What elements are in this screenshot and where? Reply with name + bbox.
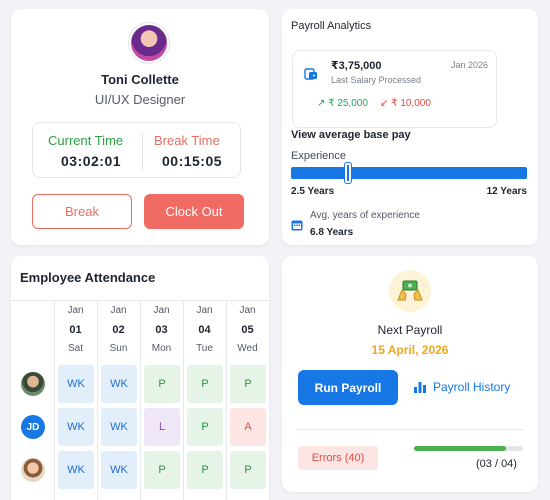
salary-summary: ₹3,75,000 Jan 2026 Last Salary Processed… — [292, 50, 497, 128]
day-weekday: Mon — [151, 343, 172, 354]
current-time-value: 03:02:01 — [61, 153, 122, 169]
attendance-cell[interactable]: WK — [101, 365, 137, 403]
attendance-cell[interactable]: WK — [58, 451, 94, 489]
day-month: Jan — [239, 305, 256, 316]
attendance-cell[interactable]: P — [144, 451, 180, 489]
attendance-cell[interactable]: WK — [58, 365, 94, 403]
current-time-label: Current Time — [48, 133, 124, 148]
employee-attendance-card: Employee Attendance Jan 01 Sat Jan 02 Su… — [11, 256, 269, 500]
salary-amount: ₹3,75,000 — [331, 60, 382, 72]
day-date: 05 — [241, 324, 254, 336]
attendance-cell[interactable]: P — [187, 408, 223, 446]
day-date: 03 — [155, 324, 168, 336]
average-pay-subtitle: View average base pay — [291, 129, 411, 141]
day-month: Jan — [196, 305, 213, 316]
profile-card: Toni Collette UI/UX Designer Current Tim… — [11, 9, 269, 245]
experience-max: 12 Years — [486, 186, 527, 197]
salary-decrease-value: ₹ 10,000 — [391, 98, 431, 109]
next-payroll-label: Next Payroll — [377, 323, 443, 337]
analytics-title: Payroll Analytics — [291, 20, 372, 32]
day-date: 01 — [69, 324, 82, 336]
attendance-cell[interactable]: WK — [101, 408, 137, 446]
run-payroll-button[interactable]: Run Payroll — [298, 370, 398, 405]
day-date: 02 — [112, 324, 125, 336]
day-header: Jan 03 Mon — [140, 304, 183, 356]
break-time-value: 00:15:05 — [162, 153, 223, 169]
avg-experience-value: 6.8 Years — [310, 227, 354, 238]
salary-date: Jan 2026 — [450, 60, 488, 70]
day-header: Jan 01 Sat — [54, 304, 97, 356]
progress-bar — [414, 446, 523, 451]
payroll-history-link[interactable]: Payroll History — [413, 380, 510, 394]
progress-fill — [414, 446, 506, 451]
divider — [298, 429, 523, 430]
attendance-cell[interactable]: L — [144, 408, 180, 446]
arrow-up-right-icon: ↗ — [317, 98, 326, 109]
arrow-down-left-icon: ↙ — [380, 98, 389, 109]
wallet-icon — [304, 68, 317, 80]
payroll-analytics-card: Payroll Analytics ₹3,75,000 Jan 2026 Las… — [282, 9, 538, 245]
experience-slider-thumb[interactable] — [344, 163, 351, 183]
salary-increase-value: ₹ 25,000 — [328, 98, 368, 109]
attendance-cell[interactable]: P — [230, 365, 266, 403]
salary-label: Last Salary Processed — [331, 75, 422, 85]
day-header: Jan 05 Wed — [226, 304, 269, 356]
break-button[interactable]: Break — [32, 194, 132, 229]
day-month: Jan — [153, 305, 170, 316]
avatar: JD — [21, 415, 45, 439]
experience-min: 2.5 Years — [291, 186, 335, 197]
time-tracker: Current Time 03:02:01 Break Time 00:15:0… — [32, 122, 241, 178]
calendar-icon — [291, 220, 303, 231]
day-weekday: Wed — [237, 343, 258, 354]
attendance-title: Employee Attendance — [20, 270, 156, 285]
avatar — [129, 23, 169, 63]
day-weekday: Sat — [67, 343, 83, 354]
day-month: Jan — [110, 305, 127, 316]
bar-chart-icon — [414, 382, 426, 393]
next-payroll-date: 15 April, 2026 — [371, 343, 449, 357]
next-payroll-card: Next Payroll 15 April, 2026 Run Payroll … — [282, 256, 538, 492]
errors-badge[interactable]: Errors (40) — [298, 446, 378, 470]
salary-increase: ↗ ₹ 25,000 — [317, 98, 368, 109]
avg-experience-label: Avg. years of experience — [310, 210, 420, 221]
attendance-cell[interactable]: P — [187, 365, 223, 403]
attendance-cell[interactable]: WK — [101, 451, 137, 489]
attendance-cell[interactable]: A — [230, 408, 266, 446]
avatar — [21, 372, 45, 396]
employee-name: Toni Collette — [101, 72, 179, 87]
day-header: Jan 02 Sun — [97, 304, 140, 356]
day-weekday: Sun — [109, 343, 128, 354]
day-month: Jan — [67, 305, 84, 316]
break-time-label: Break Time — [154, 133, 220, 148]
attendance-cell[interactable]: WK — [58, 408, 94, 446]
divider — [142, 132, 143, 170]
salary-decrease: ↙ ₹ 10,000 — [380, 98, 431, 109]
payroll-history-label: Payroll History — [433, 380, 511, 394]
progress-count: (03 / 04) — [476, 458, 517, 470]
employee-role: UI/UX Designer — [94, 92, 186, 107]
day-header: Jan 04 Tue — [183, 304, 226, 356]
day-weekday: Tue — [196, 343, 213, 354]
money-hands-icon — [389, 270, 431, 312]
experience-slider-track[interactable] — [291, 167, 527, 179]
clock-out-button[interactable]: Clock Out — [144, 194, 244, 229]
experience-label: Experience — [291, 150, 347, 162]
avatar — [21, 458, 45, 482]
attendance-cell[interactable]: P — [230, 451, 266, 489]
attendance-cell[interactable]: P — [187, 451, 223, 489]
attendance-cell[interactable]: P — [144, 365, 180, 403]
day-date: 04 — [198, 324, 211, 336]
